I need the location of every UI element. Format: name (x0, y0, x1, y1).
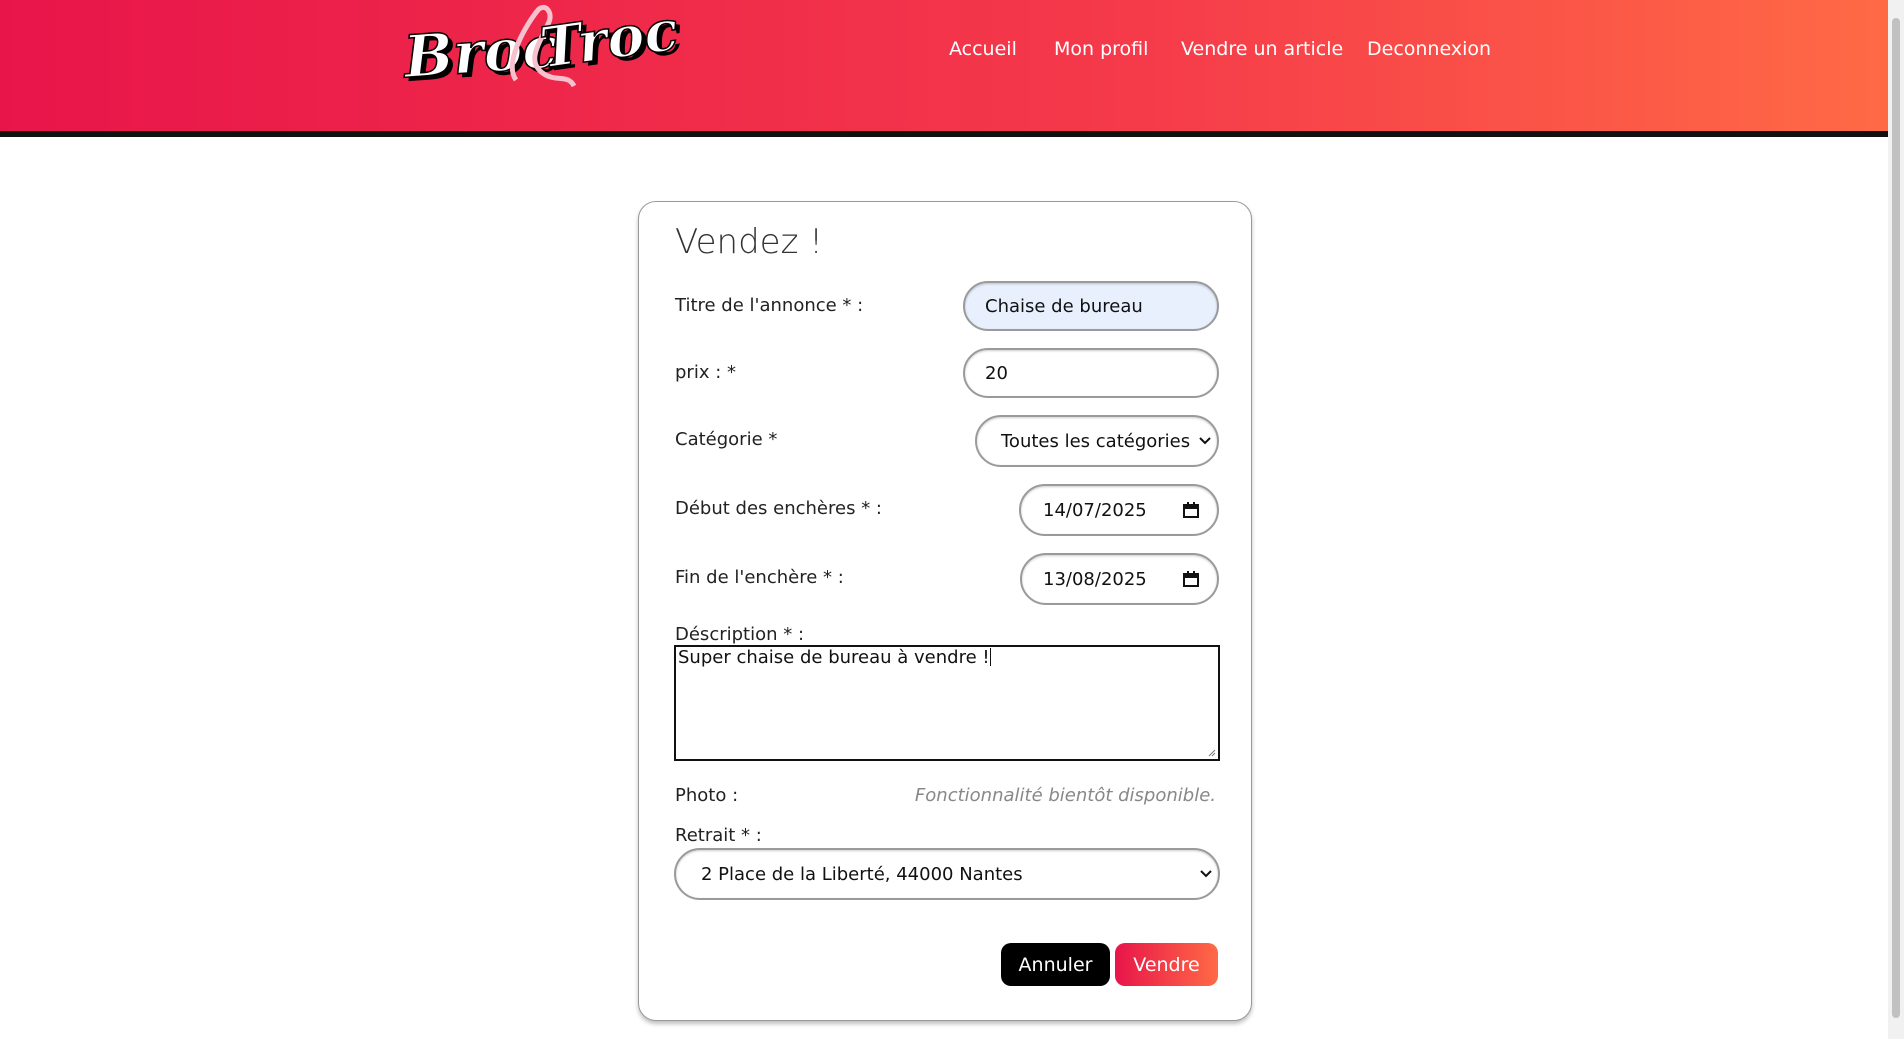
logo[interactable]: Broc Broc Troc Troc (398, 2, 688, 96)
calendar-icon[interactable] (1183, 571, 1199, 587)
start-date-value: 14/07/2025 (1043, 499, 1147, 521)
end-date-label: Fin de l'enchère * : (675, 567, 844, 588)
category-select[interactable]: Toutes les catégories (975, 415, 1219, 467)
svg-text:Troc: Troc (536, 2, 682, 82)
scrollbar-thumb[interactable] (1892, 18, 1900, 1018)
category-label: Catégorie * (675, 429, 778, 450)
title-input[interactable]: Chaise de bureau (963, 281, 1219, 331)
category-select-value: Toutes les catégories (1001, 430, 1191, 452)
title-input-value: Chaise de bureau (985, 295, 1143, 317)
description-textarea[interactable]: Super chaise de bureau à vendre ! (674, 645, 1220, 761)
pickup-select[interactable]: 2 Place de la Liberté, 44000 Nantes (674, 848, 1220, 900)
sell-button[interactable]: Vendre (1115, 943, 1218, 986)
nav-deconnexion[interactable]: Deconnexion (1367, 38, 1491, 60)
calendar-icon[interactable] (1183, 502, 1199, 518)
photo-label: Photo : (675, 785, 739, 806)
photo-note: Fonctionnalité bientôt disponible. (914, 785, 1216, 806)
chevron-down-icon (1199, 437, 1211, 445)
pickup-select-value: 2 Place de la Liberté, 44000 Nantes (701, 863, 1023, 885)
form-title: Vendez ! (675, 222, 823, 262)
description-value: Super chaise de bureau à vendre ! (678, 647, 990, 668)
resize-handle-icon[interactable] (1208, 749, 1216, 757)
price-input[interactable]: 20 (963, 348, 1219, 398)
site-header: Broc Broc Troc Troc Accueil Mon profil V… (0, 0, 1888, 137)
nav-mon-profil[interactable]: Mon profil (1054, 38, 1148, 60)
nav-accueil[interactable]: Accueil (949, 38, 1017, 60)
chevron-down-icon (1200, 870, 1212, 878)
title-label: Titre de l'annonce * : (675, 295, 864, 316)
start-date-label: Début des enchères * : (675, 498, 882, 519)
nav-vendre-article[interactable]: Vendre un article (1181, 38, 1343, 60)
price-label: prix : * (675, 362, 736, 383)
description-label: Déscription * : (675, 624, 805, 645)
price-input-value: 20 (985, 362, 1008, 384)
pickup-label: Retrait * : (675, 825, 762, 846)
start-date-input[interactable]: 14/07/2025 (1019, 484, 1219, 536)
cancel-button[interactable]: Annuler (1001, 943, 1110, 986)
end-date-value: 13/08/2025 (1043, 568, 1147, 590)
page-scrollbar[interactable] (1888, 0, 1904, 1039)
sell-form-card: Vendez ! Titre de l'annonce * : Chaise d… (638, 201, 1252, 1021)
text-cursor (989, 648, 991, 666)
end-date-input[interactable]: 13/08/2025 (1020, 553, 1219, 605)
